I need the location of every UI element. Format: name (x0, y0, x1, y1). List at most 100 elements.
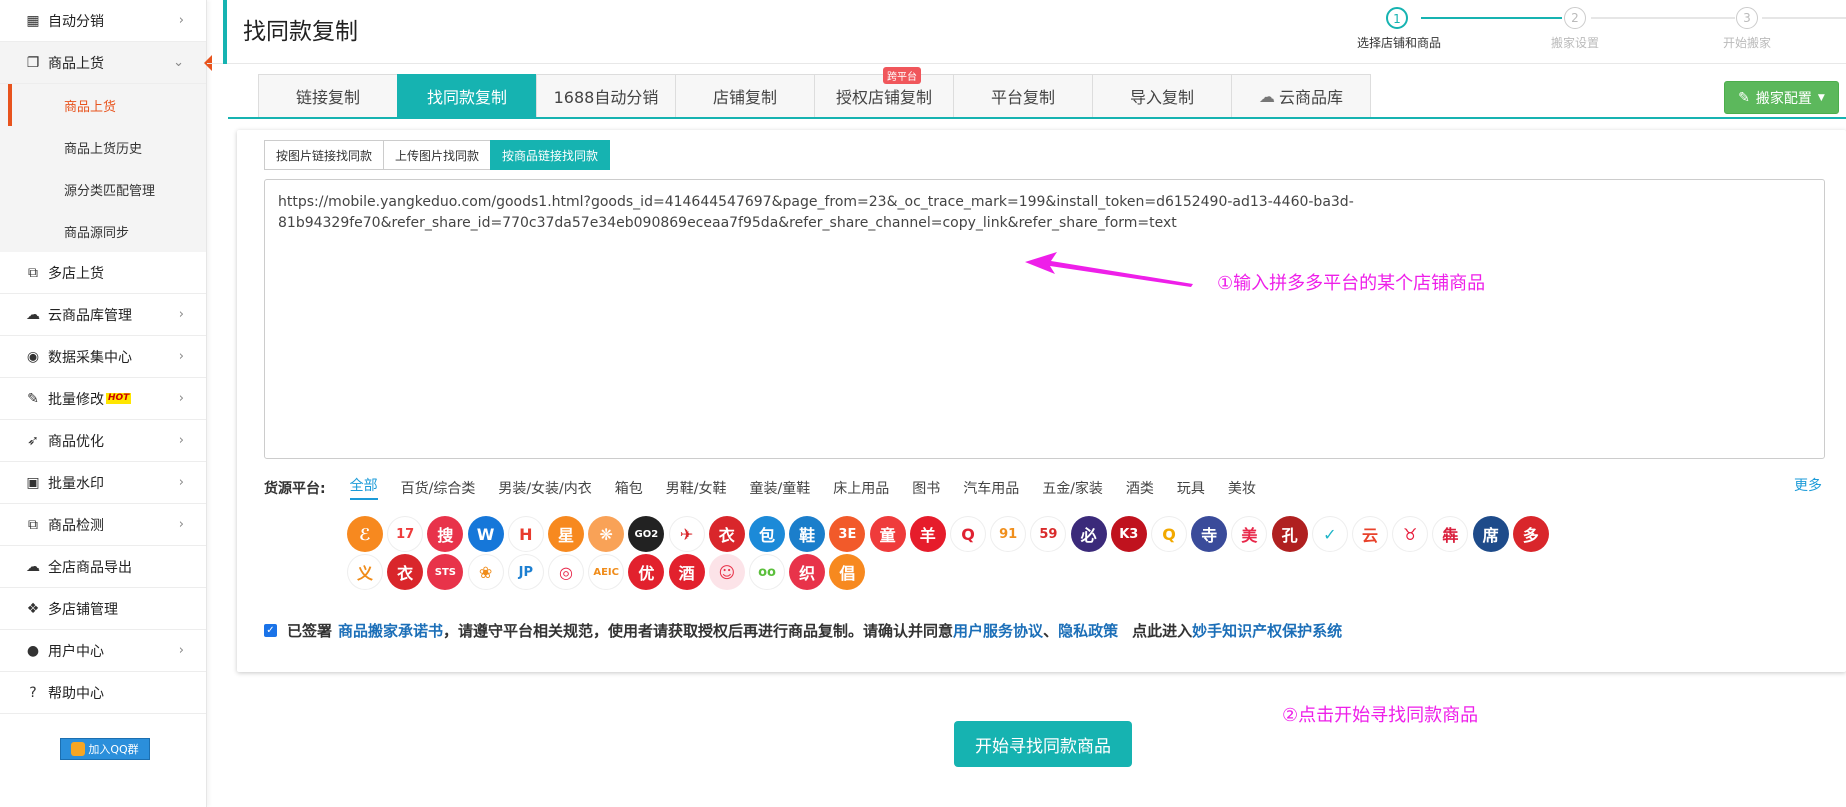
platform-logo-icon[interactable]: 童 (869, 516, 906, 552)
platform-category-0[interactable]: 全部 (349, 475, 378, 500)
platform-logo-icon[interactable]: 必 (1070, 516, 1107, 552)
sidebar-item-10[interactable]: ❖ 多店铺管理 (0, 588, 206, 630)
sidebar-item-label: 用户中心 (48, 643, 104, 660)
platform-category-7[interactable]: 图书 (912, 478, 940, 498)
sidebar-item-2[interactable]: ⧉ 多店上货 (0, 252, 206, 294)
sidebar-item-11[interactable]: ● 用户中心 › (0, 630, 206, 672)
sidebar-item-8[interactable]: ⧉ 商品检测 › (0, 504, 206, 546)
platform-logo-icon[interactable]: 孔 (1271, 516, 1308, 552)
platform-logo-icon[interactable]: ☺ (708, 554, 745, 590)
platform-category-2[interactable]: 男装/女装/内衣 (498, 478, 591, 498)
platform-logo-icon[interactable]: 17 (387, 516, 424, 552)
start-search-button[interactable]: 开始寻找同款商品 (954, 721, 1132, 767)
commitment-link[interactable]: 商品搬家承诺书 (338, 620, 443, 641)
sidebar-item-3[interactable]: ☁ 云商品库管理 › (0, 294, 206, 336)
platform-logo-icon[interactable]: 鞋 (789, 516, 826, 552)
sidebar-item-7[interactable]: ▣ 批量水印 › (0, 462, 206, 504)
platform-logo-icon[interactable]: 衣 (387, 554, 424, 590)
platform-logo-icon[interactable]: oo (749, 554, 785, 590)
ip-protection-link[interactable]: 妙手知识产权保护系统 (1192, 620, 1342, 641)
agree-checkbox[interactable]: ✓ (264, 624, 277, 637)
platform-category-6[interactable]: 床上用品 (833, 478, 889, 498)
platform-logo-icon[interactable]: Q (1151, 516, 1187, 552)
privacy-policy-link[interactable]: 隐私政策 (1058, 620, 1118, 641)
sidebar-item-1[interactable]: ❐ 商品上货 ⌄ (0, 42, 212, 84)
tab-7[interactable]: ☁ 云商品库 (1231, 74, 1371, 118)
copy-icon: ❐ (26, 54, 40, 71)
subtab-product-link[interactable]: 按商品链接找同款 (490, 140, 611, 170)
platform-category-1[interactable]: 百货/综合类 (401, 478, 476, 498)
sidebar-item-4[interactable]: ◉ 数据采集中心 › (0, 336, 206, 378)
platform-logo-icon[interactable]: Q (950, 516, 986, 552)
platform-category-11[interactable]: 玩具 (1177, 478, 1205, 498)
sidebar-item-label: 自动分销 (48, 13, 104, 30)
sidebar-subitem-2[interactable]: 源分类匹配管理 (8, 168, 206, 210)
sidebar-item-0[interactable]: ▦ 自动分销 › (0, 0, 206, 42)
database-icon: ◉ (26, 348, 40, 365)
tab-2[interactable]: 1688自动分销 (536, 74, 676, 118)
platform-category-12[interactable]: 美妆 (1228, 478, 1256, 498)
platform-logo-icon[interactable]: ✓ (1311, 516, 1348, 552)
platform-logo-icon[interactable]: ℰ (347, 516, 383, 552)
sidebar-item-9[interactable]: ☁ 全店商品导出 (0, 546, 206, 588)
platform-logo-icon[interactable]: W (467, 516, 504, 552)
tab-0[interactable]: 链接复制 (258, 74, 398, 118)
tab-5[interactable]: 平台复制 (953, 74, 1093, 118)
platform-category-8[interactable]: 汽车用品 (963, 478, 1019, 498)
platform-logo-icon[interactable]: 倡 (829, 554, 866, 590)
hot-badge: HOT (106, 393, 132, 404)
platform-logo-icon[interactable]: ♉ (1392, 516, 1429, 552)
platform-logo-icon[interactable]: K3 (1110, 516, 1147, 552)
platform-logo-icon[interactable]: 优 (628, 554, 665, 590)
platform-logo-icon[interactable]: ◎ (548, 554, 584, 590)
platform-logo-icon[interactable]: 59 (1030, 516, 1067, 552)
platform-logo-icon[interactable]: ❀ (467, 554, 504, 590)
subtab-image-link[interactable]: 按图片链接找同款 (264, 140, 385, 170)
tab-1[interactable]: 找同款复制 (397, 74, 537, 118)
platform-logo-icon[interactable]: 星 (548, 516, 584, 552)
platform-category-9[interactable]: 五金/家装 (1042, 478, 1103, 498)
platform-category-3[interactable]: 箱包 (615, 478, 643, 498)
platform-logo-icon[interactable]: 衣 (708, 516, 745, 552)
sidebar-subitem-0[interactable]: 商品上货 (8, 84, 206, 126)
sidebar-item-5[interactable]: ✎ 批量修改 HOT › (0, 378, 206, 420)
platform-logo-icon[interactable]: 羊 (909, 516, 946, 552)
platform-logo-icon[interactable]: 酒 (668, 554, 705, 590)
platform-logo-icon[interactable]: 织 (789, 554, 826, 590)
subtab-upload-image[interactable]: 上传图片找同款 (383, 140, 492, 170)
platform-logo-icon[interactable]: 犇 (1432, 516, 1469, 552)
platform-logo-icon[interactable]: JP (507, 554, 544, 590)
platform-logo-icon[interactable]: 席 (1472, 516, 1509, 552)
platform-logo-icon[interactable]: 云 (1352, 516, 1388, 552)
more-platforms-link[interactable]: 更多 (1794, 475, 1822, 495)
platform-logo-icon[interactable]: STS (427, 554, 464, 590)
platform-category-4[interactable]: 男鞋/女鞋 (666, 478, 727, 498)
product-url-input[interactable]: https://mobile.yangkeduo.com/goods1.html… (264, 179, 1825, 459)
sidebar-item-12[interactable]: ? 帮助中心 (0, 672, 206, 714)
platform-logo-icon[interactable]: 多 (1512, 516, 1549, 552)
tab-6[interactable]: 导入复制 (1092, 74, 1232, 118)
platform-category-10[interactable]: 酒类 (1126, 478, 1154, 498)
move-config-button[interactable]: ✎ 搬家配置 ▼ (1724, 81, 1839, 114)
calendar-icon: ▦ (26, 12, 40, 29)
platform-logo-icon[interactable]: GO2 (628, 516, 665, 552)
platform-logo-icon[interactable]: ✈ (668, 516, 705, 552)
sidebar-item-6[interactable]: ➶ 商品优化 › (0, 420, 206, 462)
platform-logo-icon[interactable]: 91 (990, 516, 1027, 552)
platform-logo-icon[interactable]: ❋ (588, 516, 625, 552)
platform-logo-icon[interactable]: H (507, 516, 544, 552)
platform-logo-icon[interactable]: AEIC (588, 554, 625, 590)
platform-logo-icon[interactable]: 搜 (427, 516, 464, 552)
platform-logo-icon[interactable]: 美 (1231, 516, 1268, 552)
sidebar-subitem-1[interactable]: 商品上货历史 (8, 126, 206, 168)
tab-4[interactable]: 授权店铺复制 跨平台 (814, 67, 954, 118)
join-qq-group-button[interactable]: 加入QQ群 (60, 738, 150, 760)
sidebar-subitem-3[interactable]: 商品源同步 (8, 210, 206, 252)
platform-logo-icon[interactable]: 义 (347, 554, 383, 590)
platform-category-5[interactable]: 童装/童鞋 (749, 478, 810, 498)
tab-3[interactable]: 店铺复制 (675, 74, 815, 118)
platform-logo-icon[interactable]: 3E (829, 516, 866, 552)
platform-logo-icon[interactable]: 包 (749, 516, 785, 552)
service-agreement-link[interactable]: 用户服务协议 (953, 620, 1043, 641)
platform-logo-icon[interactable]: 寺 (1191, 516, 1228, 552)
